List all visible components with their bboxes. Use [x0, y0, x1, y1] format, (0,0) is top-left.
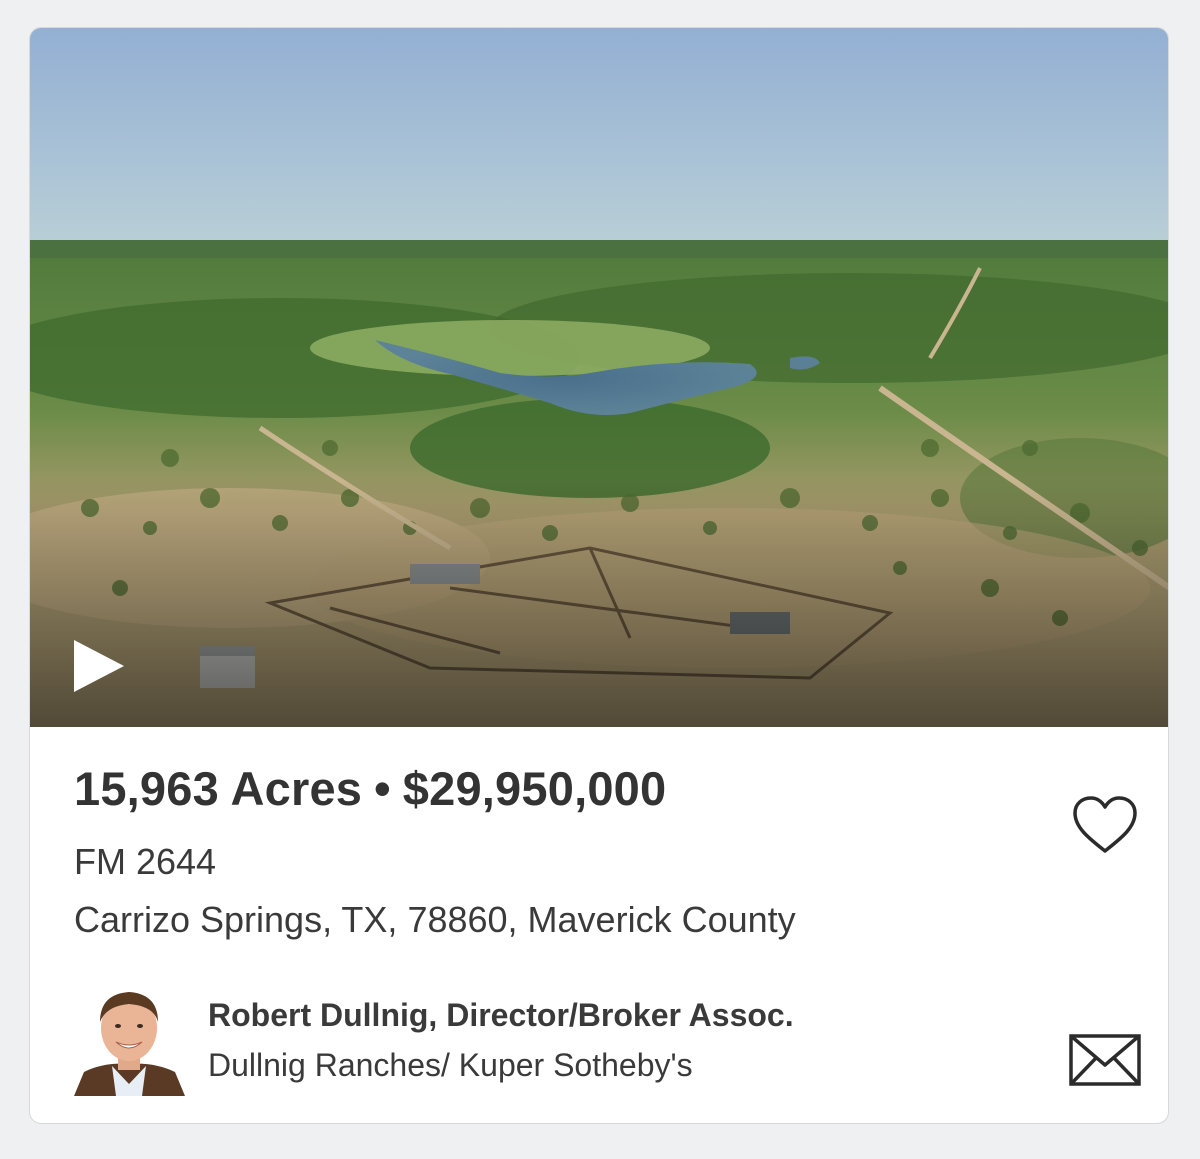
listing-card[interactable]: 15,963 Acres • $29,950,000 FM 2644 Carrizo… — [29, 27, 1169, 1124]
play-icon — [74, 640, 124, 692]
city-state-zip-county: Carrizo Springs, TX, 78860, Maverick Cou… — [74, 899, 796, 940]
listing-details: 15,963 Acres • $29,950,000 FM 2644 Carrizo… — [30, 727, 1168, 1123]
street-address: FM 2644 — [74, 841, 217, 882]
agent-portrait — [74, 984, 185, 1096]
heart-icon — [1073, 796, 1137, 853]
listing-headline: 15,963 Acres • $29,950,000 — [74, 761, 666, 816]
acreage: 15,963 Acres — [74, 762, 363, 815]
contact-agent-button[interactable] — [1068, 1033, 1142, 1087]
agent-name[interactable]: Robert Dullnig, Director/Broker Assoc. — [208, 997, 794, 1034]
play-button[interactable] — [68, 636, 128, 696]
aerial-ranch-photo — [30, 28, 1168, 727]
price: $29,950,000 — [402, 762, 667, 815]
listing-video-thumbnail[interactable] — [30, 28, 1168, 727]
favorite-button[interactable] — [1070, 793, 1140, 857]
agent-brokerage: Dullnig Ranches/ Kuper Sotheby's — [208, 1047, 693, 1083]
separator-dot: • — [374, 762, 391, 815]
envelope-icon — [1069, 1034, 1141, 1086]
agent-avatar[interactable] — [74, 984, 185, 1096]
